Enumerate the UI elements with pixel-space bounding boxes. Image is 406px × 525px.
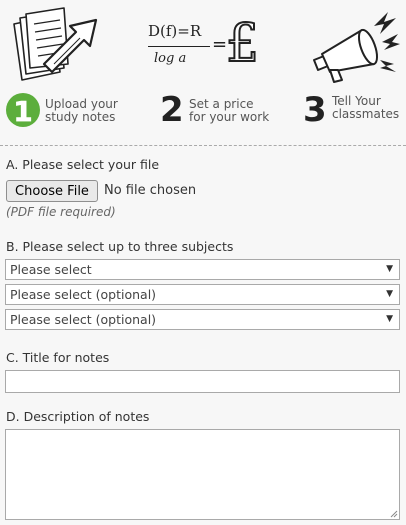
description-section-label: D. Description of notes (6, 409, 150, 424)
step-1-text: Upload your study notes (45, 98, 118, 124)
subject-select-2[interactable]: Please select (optional) ▼ (5, 284, 400, 305)
formula-bottom: log a (154, 51, 187, 66)
section-divider (0, 145, 406, 146)
step-2-text: Set a price for your work (189, 98, 269, 124)
document-upload-icon (13, 7, 98, 81)
subject-select-1-value: Please select (10, 262, 92, 277)
file-section-label: A. Please select your file (6, 157, 160, 172)
choose-file-button[interactable]: Choose File (6, 180, 98, 202)
file-status-text: No file chosen (104, 183, 197, 198)
description-textarea[interactable] (5, 429, 400, 520)
pound-sign: £ (225, 13, 260, 75)
file-hint: (PDF file required) (6, 205, 116, 219)
title-section-label: C. Title for notes (6, 350, 110, 365)
megaphone-icon (313, 12, 400, 83)
subject-select-1[interactable]: Please select ▼ (5, 259, 400, 280)
step-3-line2: classmates (332, 107, 400, 121)
formula-pound-icon: D(f)=R log a = £ (148, 13, 260, 75)
step-1-badge: 1 (6, 93, 40, 128)
chevron-down-icon: ▼ (386, 264, 393, 274)
step-3-number: 3 (303, 90, 327, 130)
chevron-down-icon: ▼ (386, 314, 393, 324)
resize-handle-icon[interactable] (390, 510, 398, 518)
steps-banner: D(f)=R log a = £ 1 Upload your study not… (0, 0, 406, 140)
subject-select-3-value: Please select (optional) (10, 312, 157, 327)
subject-select-2-value: Please select (optional) (10, 287, 157, 302)
step-2-number: 2 (160, 90, 184, 130)
formula-top: D(f)=R (148, 22, 202, 40)
step-3-text: Tell Your classmates (332, 95, 399, 121)
step-1-number: 1 (13, 95, 32, 128)
step-1-line2: study notes (45, 110, 116, 124)
chevron-down-icon: ▼ (386, 289, 393, 299)
subject-select-3[interactable]: Please select (optional) ▼ (5, 309, 400, 330)
subjects-section-label: B. Please select up to three subjects (6, 239, 234, 254)
step-2-line2: for your work (189, 110, 270, 124)
title-input[interactable] (5, 370, 400, 393)
